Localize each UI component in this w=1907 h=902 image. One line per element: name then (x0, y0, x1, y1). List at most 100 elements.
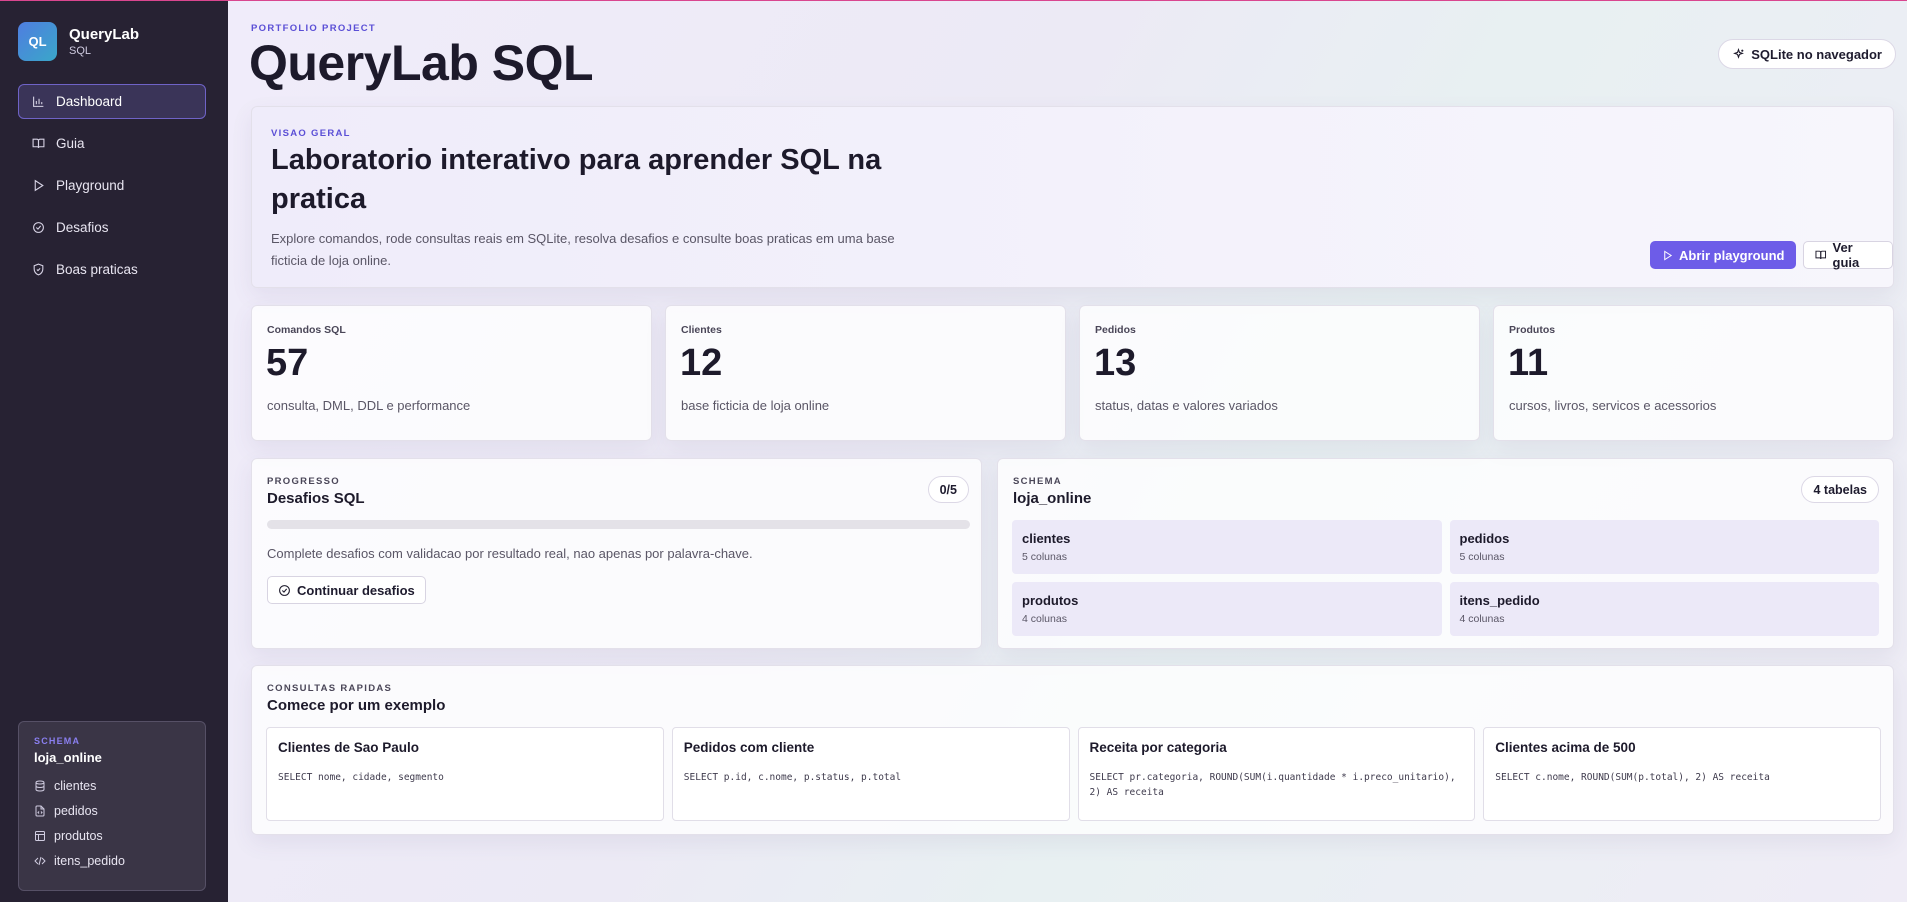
open-playground-button[interactable]: Abrir playground (1650, 241, 1797, 269)
stat-label: Pedidos (1095, 324, 1136, 336)
schema-kicker: SCHEMA (1013, 476, 1062, 487)
hero-kicker: VISAO GERAL (271, 128, 351, 139)
quick-query-sql: SELECT c.nome, ROUND(SUM(p.total), 2) AS… (1495, 772, 1770, 783)
brand[interactable]: QL QueryLab SQL (18, 22, 139, 61)
sqlite-browser-label: SQLite no navegador (1751, 46, 1882, 62)
sidebar-item-label: Dashboard (56, 94, 123, 109)
quick-query-item[interactable]: Receita por categoria SELECT pr.categori… (1077, 727, 1476, 821)
schema-table-itens-pedido[interactable]: itens_pedido 4 colunas (1449, 582, 1879, 636)
open-playground-label: Abrir playground (1679, 247, 1785, 263)
quick-query-title: Receita por categoria (1089, 740, 1227, 755)
sidebar-table-produtos[interactable]: produtos (34, 823, 190, 848)
check-circle-icon (30, 220, 46, 236)
sidebar-item-playground[interactable]: Playground (18, 168, 206, 203)
sidebar-schema-name: loja_online (34, 750, 102, 765)
app-logo: QL (18, 22, 57, 61)
hero-title: Laboratorio interativo para aprender SQL… (271, 144, 882, 215)
quick-query-sql: SELECT p.id, c.nome, p.status, p.total (683, 772, 902, 783)
view-guide-button[interactable]: Ver guia (1803, 240, 1893, 270)
sidebar: QL QueryLab SQL Dashboard Guia Playgroun… (0, 0, 228, 902)
book-icon (30, 136, 46, 152)
sidebar-item-label: Boas praticas (56, 262, 138, 277)
page-title: QueryLab SQL (249, 35, 594, 91)
main-content: PORTFOLIO PROJECT QueryLab SQL SQLite no… (228, 0, 1907, 902)
stat-description: base ficticia de loja online (681, 398, 830, 413)
schema-table-pedidos[interactable]: pedidos 5 colunas (1449, 520, 1879, 574)
sidebar-table-label: produtos (54, 828, 103, 843)
stat-value: 57 (266, 342, 309, 384)
book-icon (1815, 250, 1827, 259)
quick-query-title: Pedidos com cliente (683, 740, 815, 755)
brand-subtitle: SQL (69, 45, 92, 57)
quick-kicker: CONSULTAS RAPIDAS (267, 683, 393, 694)
stat-card-clientes: Clientes 12 base ficticia de loja online (665, 305, 1066, 441)
quick-query-item[interactable]: Pedidos com cliente SELECT p.id, c.nome,… (671, 727, 1070, 821)
sidebar-table-label: clientes (54, 778, 97, 793)
hero-card: VISAO GERAL Laboratorio interativo para … (251, 106, 1894, 288)
quick-query-title: Clientes de Sao Paulo (278, 740, 420, 755)
continue-challenges-button[interactable]: Continuar desafios (267, 576, 426, 604)
sidebar-item-label: Playground (56, 178, 125, 193)
view-guide-label: Ver guia (1832, 240, 1860, 270)
sidebar-table-label: itens_pedido (54, 853, 125, 868)
sidebar-item-boas-praticas[interactable]: Boas praticas (18, 252, 206, 287)
page-kicker: PORTFOLIO PROJECT (251, 23, 377, 34)
sidebar-table-clientes[interactable]: clientes (34, 773, 190, 798)
schema-table-produtos[interactable]: produtos 4 colunas (1012, 582, 1442, 636)
stat-value: 13 (1094, 342, 1137, 384)
table-name: pedidos (1459, 531, 1510, 546)
quick-query-sql: SELECT pr.categoria, ROUND(SUM(i.quantid… (1089, 772, 1456, 798)
table-name: itens_pedido (1459, 593, 1540, 608)
stat-label: Produtos (1509, 324, 1556, 336)
bar-chart-icon (30, 94, 46, 110)
table-column-count: 4 colunas (1459, 613, 1505, 625)
quick-query-title: Clientes acima de 500 (1495, 740, 1636, 755)
stat-description: consulta, DML, DDL e performance (267, 398, 471, 413)
table-name: produtos (1022, 593, 1079, 608)
schema-title: loja_online (1013, 490, 1092, 507)
sidebar-item-desafios[interactable]: Desafios (18, 210, 206, 245)
schema-table-clientes[interactable]: clientes 5 colunas (1012, 520, 1442, 574)
sidebar-table-pedidos[interactable]: pedidos (34, 798, 190, 823)
progress-description: Complete desafios com validacao por resu… (267, 546, 753, 561)
table-icon (35, 830, 45, 841)
sidebar-item-dashboard[interactable]: Dashboard (18, 84, 206, 119)
stat-card-produtos: Produtos 11 cursos, livros, servicos e a… (1493, 305, 1894, 441)
schema-table-grid: clientes 5 colunas pedidos 5 colunas pro… (1012, 520, 1879, 636)
database-icon (35, 780, 45, 792)
progress-kicker: PROGRESSO (267, 476, 340, 487)
progress-badge: 0/5 (927, 476, 969, 503)
table-column-count: 5 colunas (1022, 551, 1067, 563)
sqlite-browser-button[interactable]: SQLite no navegador (1718, 39, 1896, 69)
quick-query-item[interactable]: Clientes acima de 500 SELECT c.nome, ROU… (1483, 727, 1881, 821)
sidebar-item-label: Desafios (56, 220, 109, 235)
quick-query-item[interactable]: Clientes de Sao Paulo SELECT nome, cidad… (266, 727, 664, 821)
table-count-badge: 4 tabelas (1801, 476, 1879, 503)
quick-queries-card: CONSULTAS RAPIDAS Comece por um exemplo … (251, 665, 1894, 835)
sidebar-table-itens-pedido[interactable]: itens_pedido (34, 848, 190, 873)
progress-bar (267, 520, 970, 529)
table-column-count: 4 colunas (1022, 613, 1067, 625)
sidebar-item-label: Guia (56, 136, 85, 151)
shield-icon (30, 262, 46, 278)
stat-description: status, datas e valores variados (1095, 398, 1278, 413)
quick-query-grid: Clientes de Sao Paulo SELECT nome, cidad… (266, 727, 1881, 821)
table-name: clientes (1022, 531, 1071, 546)
table-column-count: 5 colunas (1459, 551, 1505, 563)
sidebar-item-guia[interactable]: Guia (18, 126, 206, 161)
stat-description: cursos, livros, servicos e acessorios (1509, 398, 1717, 413)
schema-card: SCHEMA loja_online 4 tabelas clientes 5 … (997, 458, 1894, 649)
play-icon (30, 178, 46, 194)
play-icon (1664, 249, 1673, 261)
progress-title: Desafios SQL (267, 490, 365, 507)
sparkles-icon (1733, 47, 1745, 59)
hero-description: Explore comandos, rode consultas reais e… (271, 231, 895, 268)
stat-value: 12 (680, 342, 723, 384)
check-circle-icon (279, 584, 290, 596)
continue-challenges-label: Continuar desafios (297, 582, 415, 598)
stat-label: Clientes (681, 324, 722, 336)
quick-query-sql: SELECT nome, cidade, segmento (278, 772, 444, 783)
stat-card-comandos: Comandos SQL 57 consulta, DML, DDL e per… (251, 305, 652, 441)
brand-name: QueryLab (69, 26, 140, 43)
sidebar-schema-kicker: SCHEMA (34, 736, 81, 746)
